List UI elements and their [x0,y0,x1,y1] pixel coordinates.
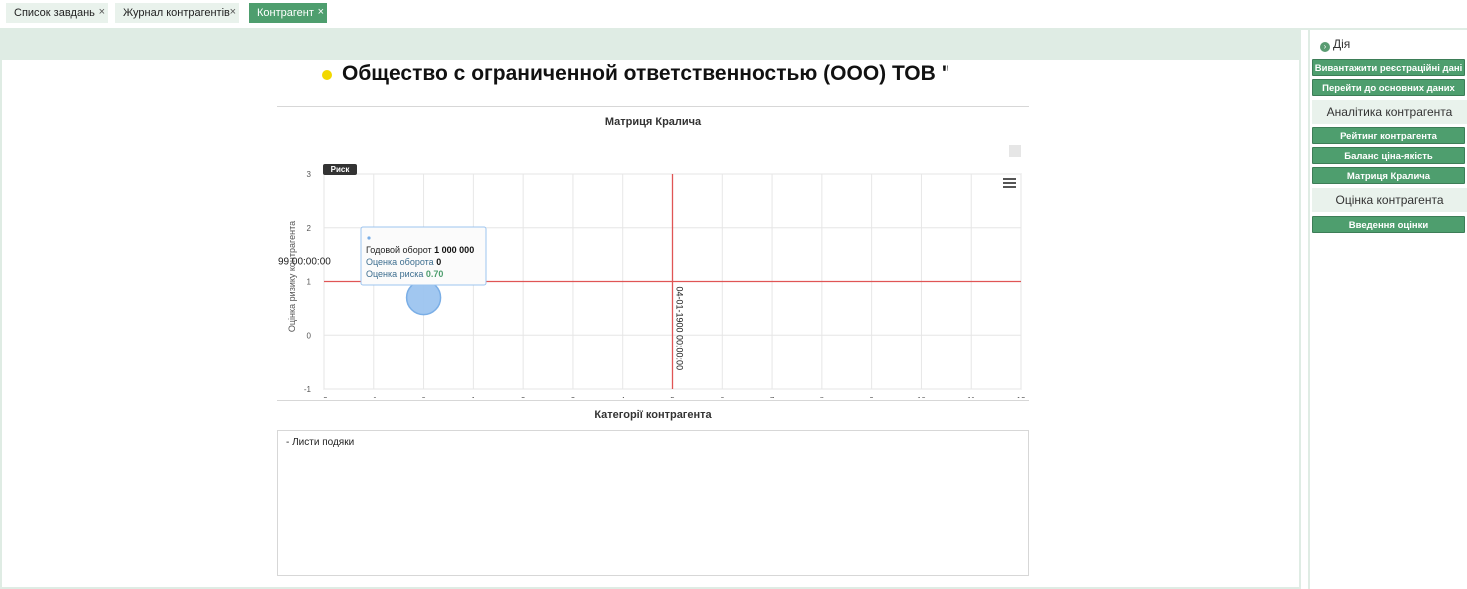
y-tick-label: 3 [307,170,312,179]
tooltip-line: Оценка оборота 0 [366,257,441,267]
x-tick-label: 0 [421,396,426,398]
kraljic-matrix-button[interactable]: Матриця Кралича [1312,167,1465,184]
x-tick-label: 5 [670,396,675,398]
risk-badge-label: Риск [331,165,351,174]
tooltip-bullet [367,236,371,240]
analytics-section-title: Аналітика контрагента [1312,100,1467,124]
close-icon[interactable]: × [99,2,105,22]
tooltip-label: Оценка оборота [366,257,436,267]
menu-icon [1003,186,1016,188]
x-tick-label: 3 [571,396,576,398]
horizontal-line-label: 99 00:00:00 [278,257,331,268]
chart-title: Матриця Кралича [604,116,702,128]
menu-icon [1003,182,1016,184]
x-tick-label: 9 [869,396,874,398]
x-tick-label: 8 [820,396,825,398]
x-tick-label: 7 [770,396,775,398]
x-tick-label: -2 [320,396,328,398]
y-tick-label: 2 [307,224,312,233]
categories-title: Категорії контрагента [594,409,712,421]
categories-box: - Листи подяки [277,430,1029,576]
x-tick-label: -1 [370,396,378,398]
actions-header-label: Дія [1333,37,1351,51]
kraljic-matrix-chart: Матриця Кралича -2-10123456789101112-101… [277,108,1029,419]
y-axis-label: Оцінка ризику контрагента [287,221,297,332]
evaluation-section-title: Оцінка контрагента [1312,188,1467,212]
chart-svg: -2-10123456789101112-10123Оборот за конт… [278,145,1026,419]
divider [277,106,1029,107]
tooltip-line: Оценка риска 0.70 [366,269,443,279]
tooltip-label: Оценка риска [366,269,426,279]
x-tick-label: 4 [620,396,625,398]
actions-header[interactable]: › Дія [1320,37,1350,52]
tab-label: Контрагент [257,7,314,19]
main-panel: Общество с ограниченной ответственностью… [0,30,1301,589]
close-icon[interactable]: × [230,2,236,22]
category-item: - Листи подяки [286,437,355,448]
x-tick-label: 12 [1017,396,1026,398]
tab-counterparty-journal[interactable]: Журнал контрагентів × [115,3,239,23]
price-quality-button[interactable]: Баланс ціна-якість [1312,147,1465,164]
export-registration-button[interactable]: Вивантажити реєстраційні дані [1312,59,1465,76]
scatter-point [405,279,442,316]
y-tick-label: -1 [304,385,312,394]
actions-sidebar: › Дія Вивантажити реєстраційні дані Перей… [1308,30,1467,589]
menu-icon [1003,178,1016,180]
x-tick-label: 2 [521,396,526,398]
vertical-line-label: 04-01-1900 00:00:00 [675,287,685,371]
rating-button[interactable]: Рейтинг контрагента [1312,127,1465,144]
tab-label: Список завдань [14,7,95,19]
tooltip-line: Годовой оборот 1 000 000 [366,245,474,255]
divider [277,400,1029,401]
status-dot [322,70,332,80]
tooltip-value: 1 000 000 [434,245,474,255]
tab-counterparty[interactable]: Контрагент × [249,3,327,23]
y-tick-label: 1 [307,278,312,287]
tooltip-value: 0 [436,257,441,267]
chevron-right-icon: › [1320,42,1330,52]
main-toolbar [2,30,1299,60]
tab-label: Журнал контрагентів [123,7,230,19]
x-tick-label: 6 [720,396,725,398]
x-tick-label: 1 [471,396,476,398]
tooltip-value: 0.70 [426,269,444,279]
y-tick-label: 0 [307,331,312,340]
legend-square [1009,145,1021,157]
x-tick-label: 11 [967,396,976,398]
tab-task-list[interactable]: Список завдань × [6,3,108,23]
tab-bar: Список завдань × Журнал контрагентів × Кон… [0,0,1467,30]
goto-main-data-button[interactable]: Перейти до основних даних [1312,79,1465,96]
x-tick-label: 10 [917,396,926,398]
tooltip-label: Годовой оборот [366,245,434,255]
page-title: Общество с ограниченной ответственностью… [342,62,948,85]
close-icon[interactable]: × [318,2,324,22]
enter-evaluation-button[interactable]: Введення оцінки [1312,216,1465,233]
